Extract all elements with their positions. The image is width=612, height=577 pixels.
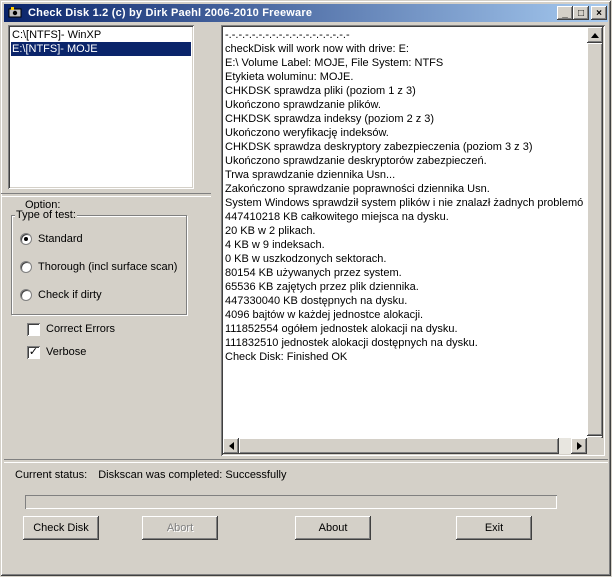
radio-label: Standard [38,233,83,245]
log-line: 65536 KB zajętych przez plik dziennika. [225,281,419,293]
minimize-button[interactable]: _ [557,6,573,20]
maximize-button[interactable]: □ [573,6,589,20]
log-line: 111832510 jednostek alokacji dostępnych … [225,337,478,349]
log-line: Etykieta woluminu: MOJE. [225,71,354,83]
log-line: 4096 bajtów w każdej jednostce alokacji. [225,309,424,321]
about-button[interactable]: About [295,516,371,540]
radio-indicator[interactable] [20,261,32,273]
log-line: 80154 KB używanych przez system. [225,267,402,279]
log-vertical-scrollbar[interactable] [587,27,603,452]
radio-label: Thorough (incl surface scan) [38,261,178,273]
radio-indicator[interactable] [20,289,32,301]
log-line: CHKDSK sprawdza deskryptory zabezpieczen… [225,141,533,153]
radio-indicator[interactable] [20,233,32,245]
log-line: 0 KB w uszkodzonych sektorach. [225,253,387,265]
options-divider [1,193,211,197]
vertical-scroll-thumb[interactable] [587,43,603,436]
log-line: System Windows sprawdził system plików i… [225,197,584,209]
log-line: Ukończono sprawdzanie deskryptorów zabez… [225,155,487,167]
scroll-right-button[interactable] [571,438,587,454]
log-line: 20 KB w 2 plikach. [225,225,316,237]
about-button-label: About [318,522,348,534]
status-label: Current status: [15,469,88,481]
close-button[interactable]: × [591,6,607,20]
horizontal-scroll-thumb[interactable] [239,438,559,454]
log-line: 111852554 ogółem jednostek alokacji na d… [225,323,458,335]
radio-thorough[interactable]: Thorough (incl surface scan) [20,260,177,274]
drive-list[interactable]: C:\[NTFS]- WinXP E:\[NTFS]- MOJE [8,25,194,189]
check-disk-window: Check Disk 1.2 (c) by Dirk Paehl 2006-20… [0,0,612,577]
checkbox-indicator[interactable] [27,322,40,336]
test-type-group-title: Type of test: [15,209,77,221]
abort-button-label: Abort [166,522,194,534]
drive-item-e[interactable]: E:\[NTFS]- MOJE [11,42,191,56]
log-line: 4 KB w 9 indeksach. [225,239,325,251]
log-line: CHKDSK sprawdza indeksy (poziom 2 z 3) [225,113,435,125]
app-icon [8,6,22,20]
scroll-left-button[interactable] [223,438,239,454]
log-line: -.-.-.-.-.-.-.-.-.-.-.-.-.-.-.-.-.-.- [225,29,350,41]
drive-item-c[interactable]: C:\[NTFS]- WinXP [11,28,191,42]
minimize-icon: _ [562,7,568,19]
log-line: Zakończono sprawdzanie poprawności dzien… [225,183,490,195]
title-bar[interactable]: Check Disk 1.2 (c) by Dirk Paehl 2006-20… [4,4,608,22]
status-row: Current status: Diskscan was completed: … [15,469,295,481]
check-disk-button[interactable]: Check Disk [23,516,99,540]
log-line: 447410218 KB całkowitego miejsca na dysk… [225,211,449,223]
maximize-icon: □ [577,7,585,19]
log-line: Trwa sprawdzanie dziennika Usn... [225,169,396,181]
chevron-up-icon [591,32,599,38]
window-title: Check Disk 1.2 (c) by Dirk Paehl 2006-20… [28,7,313,19]
check-disk-button-label: Check Disk [33,522,89,534]
scrollbar-corner [587,438,603,454]
status-value: Diskscan was completed: Successfully [98,469,287,481]
log-line: CHKDSK sprawdza pliki (poziom 1 z 3) [225,85,416,97]
progress-bar [25,495,557,509]
log-line: Check Disk: Finished OK [225,351,348,363]
drive-item-label: E:\[NTFS]- MOJE [12,43,98,55]
scroll-up-button[interactable] [587,27,603,43]
chevron-left-icon [228,442,234,450]
radio-label: Check if dirty [38,289,102,301]
checkbox-indicator[interactable]: ✓ [27,345,40,359]
checkbox-correct-errors[interactable]: Correct Errors [27,322,115,336]
log-line: 447330040 KB dostępnych na dysku. [225,295,408,307]
checkbox-verbose[interactable]: ✓ Verbose [27,345,86,359]
exit-button-label: Exit [484,522,504,534]
log-output[interactable]: -.-.-.-.-.-.-.-.-.-.-.-.-.-.-.-.-.-.- che… [221,25,605,456]
log-line: E:\ Volume Label: MOJE, File System: NTF… [225,57,444,69]
log-horizontal-scrollbar[interactable] [223,438,587,454]
radio-standard[interactable]: Standard [20,232,83,246]
exit-button[interactable]: Exit [456,516,532,540]
log-lines: -.-.-.-.-.-.-.-.-.-.-.-.-.-.-.-.-.-.- che… [225,28,585,364]
log-line: Ukończono weryfikację indeksów. [225,127,389,139]
chevron-right-icon [576,442,582,450]
drive-item-label: C:\[NTFS]- WinXP [12,29,102,41]
abort-button[interactable]: Abort [142,516,218,540]
checkbox-label: Verbose [46,346,87,358]
log-line: Ukończono sprawdzanie plików. [225,99,381,111]
log-line: checkDisk will work now with drive: E: [225,43,409,55]
checkbox-label: Correct Errors [46,323,116,335]
status-divider [4,459,608,463]
radio-check-if-dirty[interactable]: Check if dirty [20,288,102,302]
close-icon: × [596,7,602,19]
